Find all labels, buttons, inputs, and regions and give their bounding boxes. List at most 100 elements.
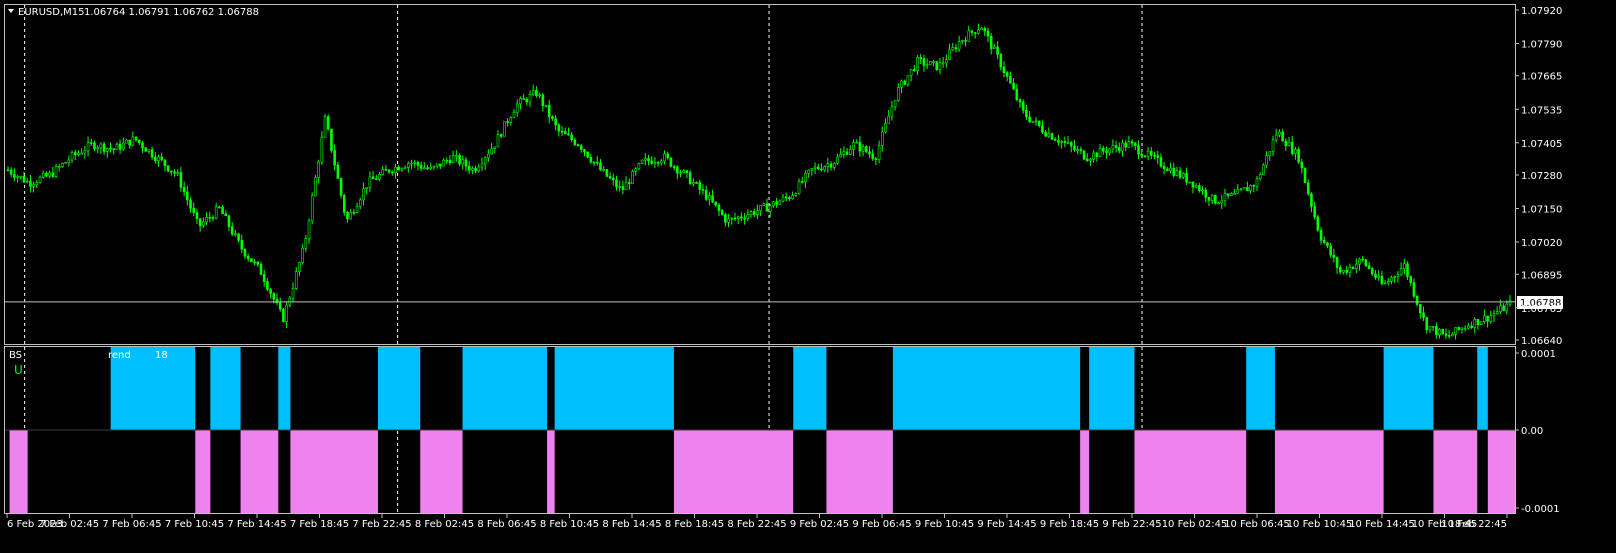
bear-bar [1274, 430, 1384, 513]
candle-body [272, 293, 276, 300]
candle-body [342, 195, 346, 213]
candle-body [19, 175, 23, 178]
candle-body [759, 205, 762, 211]
candle-body [961, 40, 964, 42]
time-tick-label: 9 Feb 18:45 [1040, 519, 1099, 530]
price-tick-label: 1.07790 [1521, 40, 1562, 51]
candle-body [720, 210, 724, 215]
time-tick-label: 8 Feb 14:45 [602, 519, 661, 530]
candle-body [41, 172, 45, 178]
candle-body [381, 169, 384, 175]
candle-body [711, 195, 714, 203]
candle-body [227, 215, 231, 228]
candle-body [1297, 149, 1300, 163]
candle-body [1377, 275, 1380, 278]
time-tick-label: 9 Feb 06:45 [852, 519, 911, 530]
candle-body [230, 226, 234, 235]
candle-body [730, 217, 734, 220]
candle-body [1470, 325, 1473, 328]
candle-body [938, 62, 942, 71]
candle-body [941, 62, 945, 65]
candle-body [551, 116, 554, 119]
candle-body [464, 159, 468, 167]
candle-body [1079, 149, 1083, 152]
candle-body [1053, 138, 1057, 141]
candle-body [1233, 192, 1236, 195]
candle-body [22, 175, 26, 183]
candle-body [298, 262, 301, 272]
candle-body [1300, 161, 1304, 169]
candle-body [692, 182, 695, 185]
candle-body [557, 124, 561, 132]
candle-body [121, 142, 125, 150]
candle-body [285, 304, 288, 323]
candle-body [1476, 319, 1480, 326]
candle-body [1140, 153, 1144, 157]
candle-body [714, 201, 718, 206]
candle-body [1117, 147, 1121, 152]
candle-body [25, 180, 29, 183]
candle-body [749, 211, 753, 216]
candle-body [432, 165, 436, 168]
candle-body [644, 158, 647, 161]
candle-body [1290, 141, 1294, 154]
candle-body [567, 133, 570, 136]
candle-body [317, 161, 320, 178]
candle-body [115, 143, 119, 150]
bull-bar [377, 347, 421, 430]
candle-body [134, 136, 138, 141]
candle-body [676, 166, 679, 174]
candle-body [35, 182, 39, 185]
time-tick-label: 10 Feb 22:45 [1441, 519, 1507, 530]
candle-body [826, 163, 830, 167]
time-tick-label: 9 Feb 10:45 [915, 519, 974, 530]
candle-body [631, 171, 634, 184]
candle-body [1146, 150, 1150, 157]
candle-body [397, 166, 401, 171]
bear-bar [673, 430, 794, 513]
candle-body [384, 169, 388, 171]
candle-body [1156, 155, 1160, 158]
candle-body [570, 134, 573, 141]
candle-body [1306, 182, 1310, 195]
price-chart[interactable]: 1.06788 1.079201.077901.076651.075351.07… [0, 0, 1616, 553]
candle-body [202, 221, 205, 226]
candle-body [9, 169, 13, 175]
candle-body [218, 206, 221, 209]
candle-body [669, 157, 673, 167]
candle-body [679, 172, 682, 174]
candle-body [32, 184, 35, 187]
candle-body [102, 143, 106, 152]
candle-body [211, 217, 215, 219]
candle-body [727, 218, 730, 223]
candle-body [1451, 334, 1454, 337]
candle-body [541, 94, 545, 106]
time-tick-label: 8 Feb 06:45 [477, 519, 536, 530]
candle-body [1121, 142, 1124, 152]
candle-body [179, 172, 183, 188]
candle-body [864, 146, 868, 153]
candle-body [1069, 142, 1073, 147]
candle-body [1428, 326, 1432, 330]
candle-body [563, 131, 567, 135]
candle-body [996, 46, 999, 55]
bull-bar [554, 347, 674, 430]
candle-body [829, 163, 833, 168]
bear-bar [826, 430, 893, 513]
time-tick-label: 7 Feb 02:45 [40, 519, 99, 530]
candle-body [1354, 263, 1358, 270]
candle-body [1313, 206, 1316, 218]
candle-body [1441, 329, 1445, 335]
candle-body [128, 139, 131, 146]
time-tick-label: 10 Feb 10:45 [1287, 519, 1353, 530]
candle-body [429, 166, 433, 169]
candle-body [967, 30, 971, 42]
candle-body [1047, 133, 1051, 137]
candle-body [781, 196, 785, 202]
candle-body [1076, 149, 1079, 151]
candle-body [467, 165, 471, 171]
candle-body [1242, 187, 1246, 190]
candle-body [147, 149, 151, 152]
candle-body [166, 165, 170, 172]
candle-body [1060, 141, 1063, 143]
